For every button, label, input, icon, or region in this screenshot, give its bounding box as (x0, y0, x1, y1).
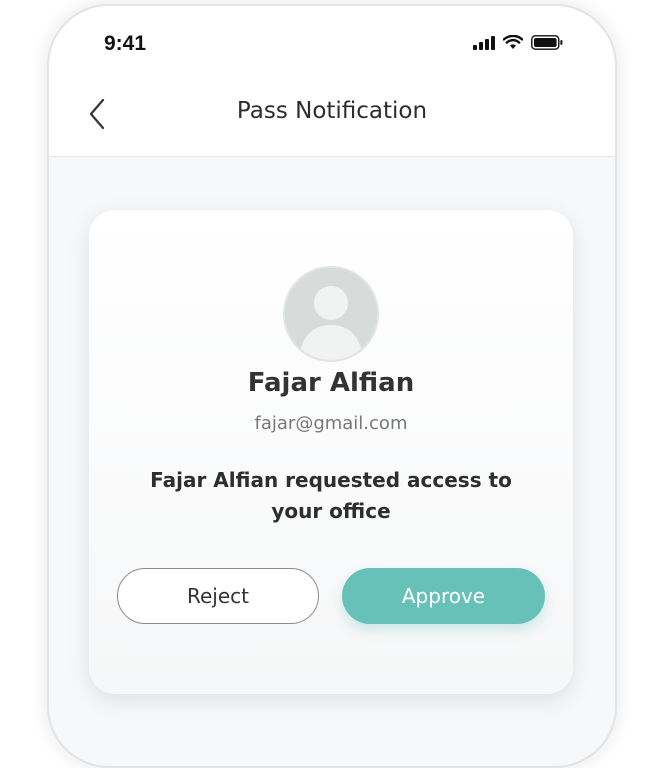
battery-icon (531, 35, 563, 54)
status-time: 9:41 (104, 32, 147, 55)
page-title: Pass Notification (236, 98, 428, 124)
user-avatar-icon (299, 286, 363, 360)
status-bar: 9:41 (49, 6, 615, 80)
reject-button[interactable]: Reject (117, 568, 319, 624)
pass-request-card: Fajar Alfian fajar@gmail.com Fajar Alfia… (89, 210, 573, 694)
avatar (283, 266, 379, 362)
phone-frame: 9:41 Pass Notification Fajar Alfian faja… (47, 4, 617, 768)
status-icons (473, 34, 563, 54)
requester-email: fajar@gmail.com (254, 413, 408, 434)
navigation-bar: Pass Notification (49, 80, 615, 157)
signal-icon (473, 35, 495, 54)
approve-button[interactable]: Approve (342, 568, 545, 624)
wifi-icon (502, 34, 524, 54)
requester-name: Fajar Alfian (247, 368, 415, 398)
request-message: Fajar Alfian requested access to your of… (150, 468, 512, 523)
